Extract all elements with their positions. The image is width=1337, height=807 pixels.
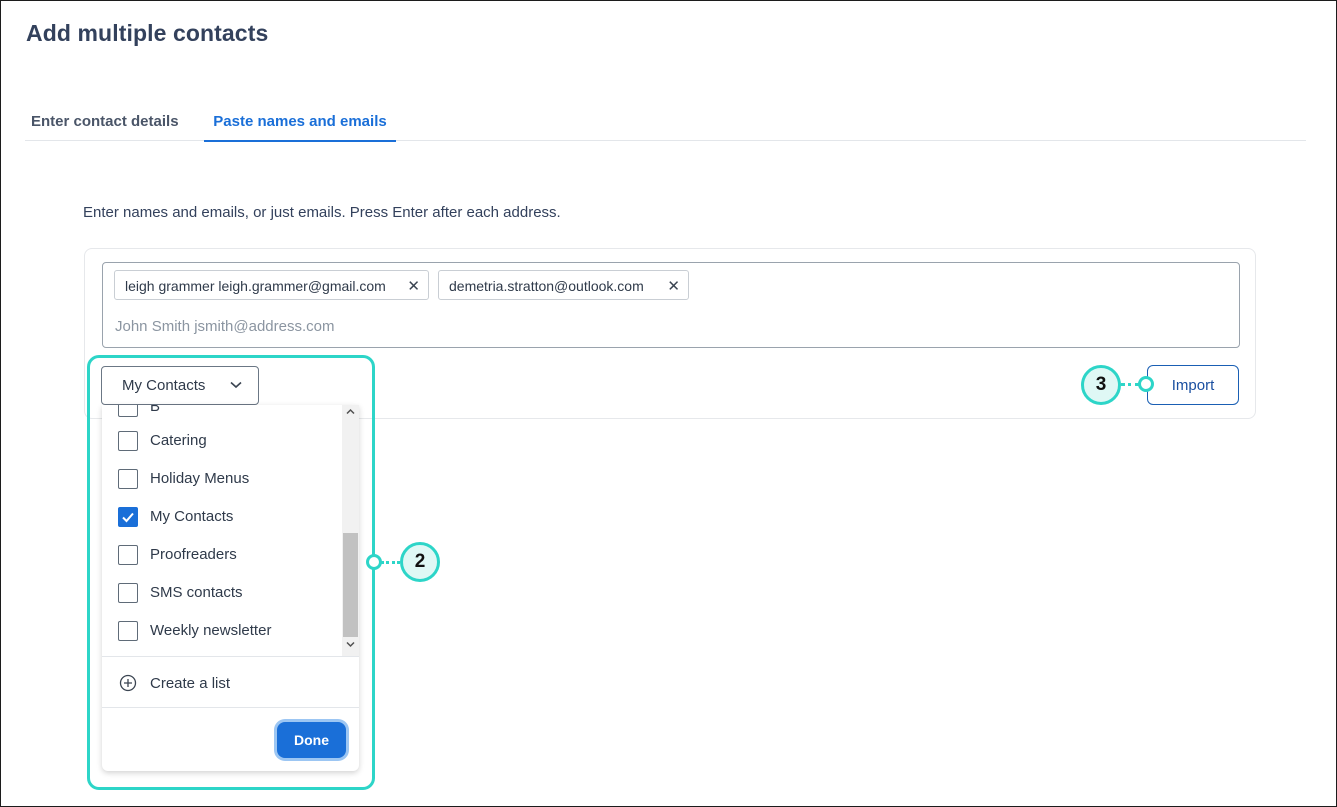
- callout-anchor: [366, 554, 382, 570]
- checkbox-checked[interactable]: [118, 507, 138, 527]
- email-input[interactable]: [115, 318, 1015, 335]
- checkbox[interactable]: [118, 621, 138, 641]
- instructions-text: Enter names and emails, or just emails. …: [83, 204, 561, 221]
- scrollbar-thumb[interactable]: [343, 533, 358, 637]
- checkmark-icon: [122, 512, 134, 523]
- list-option-label: SMS contacts: [150, 584, 243, 601]
- list-option-label: Catering: [150, 432, 207, 449]
- callout-connector: [381, 561, 400, 564]
- import-button[interactable]: Import: [1147, 365, 1239, 405]
- checkbox[interactable]: [118, 545, 138, 565]
- chevron-down-icon[interactable]: [346, 641, 355, 648]
- list-option-label: Weekly newsletter: [150, 622, 272, 639]
- done-button[interactable]: Done: [277, 722, 346, 758]
- remove-chip-icon[interactable]: ✕: [407, 277, 420, 295]
- list-option-label: Proofreaders: [150, 546, 237, 563]
- list-option-label: B: [150, 405, 161, 415]
- scrollbar[interactable]: [342, 405, 359, 656]
- divider: [102, 656, 359, 657]
- email-chip: demetria.stratton@outlook.com ✕: [438, 270, 689, 300]
- create-list-label: Create a list: [150, 675, 231, 692]
- list-option-label: My Contacts: [150, 508, 234, 525]
- list-options: B Catering Holiday Menus My Contacts Pro…: [102, 405, 342, 656]
- email-chip-text: demetria.stratton@outlook.com: [449, 278, 644, 294]
- plus-circle-icon: [119, 674, 137, 692]
- window-frame: Add multiple contacts Enter contact deta…: [0, 0, 1337, 807]
- list-dropdown-menu: B Catering Holiday Menus My Contacts Pro…: [102, 405, 359, 771]
- checkbox[interactable]: [118, 583, 138, 603]
- email-entry-box[interactable]: leigh grammer leigh.grammer@gmail.com ✕ …: [102, 262, 1240, 348]
- checkbox[interactable]: [118, 469, 138, 489]
- checkbox[interactable]: [118, 431, 138, 451]
- tab-paste-names-and-emails[interactable]: Paste names and emails: [204, 113, 396, 142]
- remove-chip-icon[interactable]: ✕: [667, 277, 680, 295]
- list-option-label: Holiday Menus: [150, 470, 250, 487]
- callout-badge-3: 3: [1081, 365, 1121, 405]
- callout-connector: [1121, 383, 1139, 386]
- email-chip-text: leigh grammer leigh.grammer@gmail.com: [125, 278, 386, 294]
- page-title: Add multiple contacts: [26, 20, 269, 46]
- divider: [102, 707, 359, 708]
- callout-anchor: [1138, 376, 1154, 392]
- chevron-up-icon[interactable]: [346, 408, 355, 415]
- tab-enter-contact-details[interactable]: Enter contact details: [31, 113, 179, 141]
- email-chip: leigh grammer leigh.grammer@gmail.com ✕: [114, 270, 429, 300]
- callout-badge-2: 2: [400, 542, 440, 582]
- checkbox[interactable]: [118, 405, 138, 417]
- tab-bar: Enter contact details Paste names and em…: [25, 101, 1306, 142]
